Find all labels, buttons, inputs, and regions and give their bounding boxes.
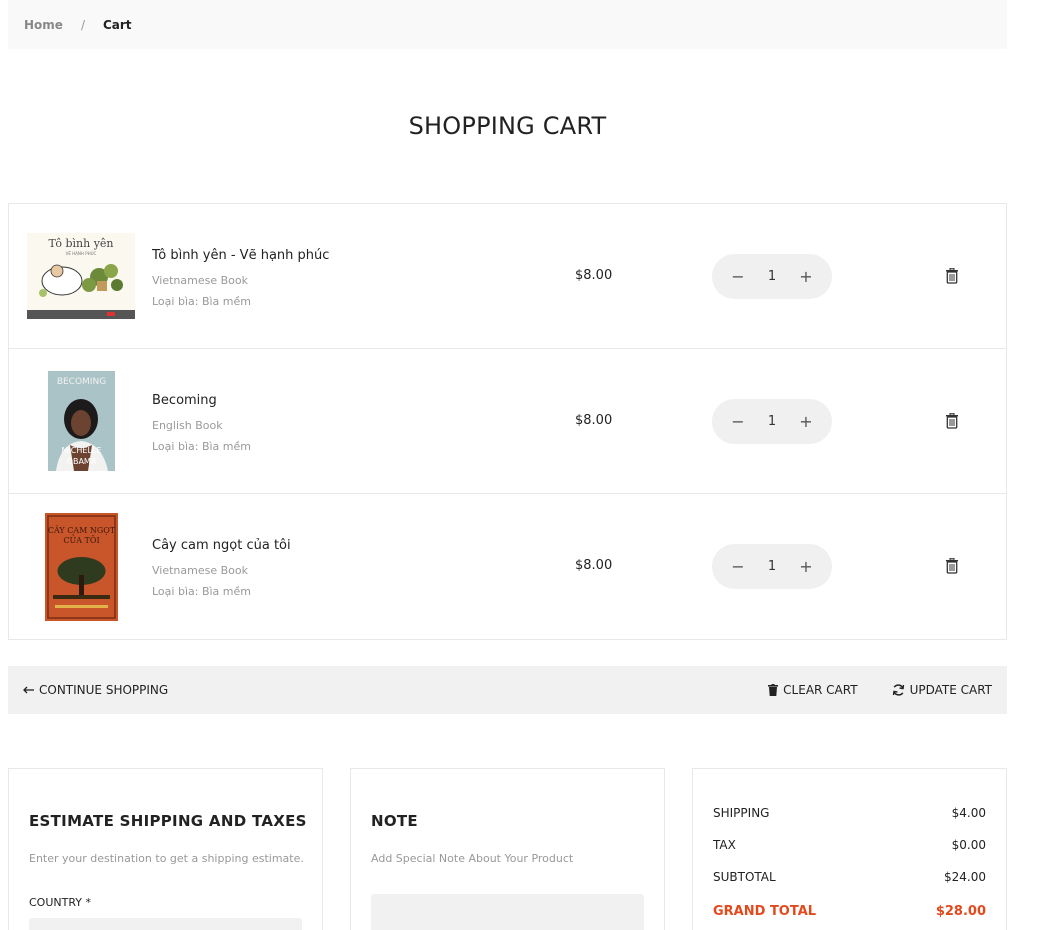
quantity-stepper: − 1 + xyxy=(712,399,832,444)
book-cover-author-first: MICHELLE xyxy=(62,446,102,455)
shipping-label: SHIPPING xyxy=(713,806,770,820)
tax-row: TAX $0.00 xyxy=(713,838,986,852)
subtotal-label: SUBTOTAL xyxy=(713,870,776,884)
product-cover-type: Loại bìa: Bìa mềm xyxy=(152,585,251,598)
grand-total-row: GRAND TOTAL $28.00 xyxy=(713,904,986,919)
breadcrumb-current: Cart xyxy=(102,17,132,32)
decrease-quantity-button[interactable]: − xyxy=(730,267,746,286)
cart-actions-bar: CONTINUE SHOPPING CLEAR CART UPDATE CART xyxy=(8,666,1007,714)
breadcrumb-separator: / xyxy=(80,17,85,32)
product-info: Tô bình yên - Vẽ hạnh phúc Vietnamese Bo… xyxy=(152,248,329,312)
product-image[interactable]: Tô bình yên VẼ HẠNH PHÚC xyxy=(27,233,135,319)
shipping-row: SHIPPING $4.00 xyxy=(713,806,986,820)
country-label: COUNTRY * xyxy=(29,896,91,909)
note-panel-title: NOTE xyxy=(371,812,418,830)
product-info: Becoming English Book Loại bìa: Bìa mềm xyxy=(152,393,251,457)
decrease-quantity-button[interactable]: − xyxy=(730,557,746,576)
quantity-value[interactable]: 1 xyxy=(768,269,776,284)
clear-cart-button[interactable]: CLEAR CART xyxy=(768,683,858,697)
product-category: Vietnamese Book xyxy=(152,564,248,577)
subtotal-value: $24.00 xyxy=(944,870,986,884)
clear-cart-label: CLEAR CART xyxy=(783,683,858,697)
quantity-stepper: − 1 + xyxy=(712,254,832,299)
quantity-stepper: − 1 + xyxy=(712,544,832,589)
cart-item-row: Tô bình yên VẼ HẠNH PHÚC Tô bình yên - V… xyxy=(9,204,1006,349)
book-cover-title: CÂY CAM NGỌT xyxy=(48,526,116,535)
shipping-value: $4.00 xyxy=(951,806,986,820)
grand-total-value: $28.00 xyxy=(935,904,986,919)
trash-icon xyxy=(768,684,779,696)
cart-totals-panel: SHIPPING $4.00 TAX $0.00 SUBTOTAL $24.00… xyxy=(692,768,1007,930)
arrow-left-icon xyxy=(23,686,34,694)
quantity-value[interactable]: 1 xyxy=(768,559,776,574)
product-cover-type: Loại bìa: Bìa mềm xyxy=(152,295,251,308)
trash-icon[interactable] xyxy=(945,268,959,284)
product-price: $8.00 xyxy=(575,268,613,283)
product-name[interactable]: Tô bình yên - Vẽ hạnh phúc xyxy=(152,248,329,263)
product-category: English Book xyxy=(152,419,223,432)
increase-quantity-button[interactable]: + xyxy=(798,557,814,576)
product-image[interactable]: CÂY CAM NGỌT CỦA TÔI xyxy=(45,512,118,621)
product-category: Vietnamese Book xyxy=(152,274,248,287)
trash-icon[interactable] xyxy=(945,558,959,574)
continue-shopping-button[interactable]: CONTINUE SHOPPING xyxy=(23,683,168,697)
continue-shopping-label: CONTINUE SHOPPING xyxy=(39,683,169,697)
product-price: $8.00 xyxy=(575,413,613,428)
tax-label: TAX xyxy=(713,838,736,852)
subtotal-row: SUBTOTAL $24.00 xyxy=(713,870,986,884)
refresh-icon xyxy=(892,684,904,696)
page-title: SHOPPING CART xyxy=(408,112,607,140)
note-panel: NOTE Add Special Note About Your Product xyxy=(350,768,665,930)
book-cover-subtitle: VẼ HẠNH PHÚC xyxy=(66,251,97,256)
cart-item-row: CÂY CAM NGỌT CỦA TÔI Cây cam ngọt của tô… xyxy=(9,494,1006,639)
note-textarea[interactable] xyxy=(371,894,644,930)
product-info: Cây cam ngọt của tôi Vietnamese Book Loạ… xyxy=(152,538,291,602)
cart-item-row: BECOMING MICHELLE OBAMA Becoming English… xyxy=(9,349,1006,494)
book-cover-title: BECOMING xyxy=(57,377,106,387)
cart-table: Tô bình yên VẼ HẠNH PHÚC Tô bình yên - V… xyxy=(8,203,1007,640)
product-name[interactable]: Becoming xyxy=(152,393,251,408)
country-select[interactable] xyxy=(29,918,302,930)
breadcrumb-home-link[interactable]: Home xyxy=(24,18,63,32)
book-cover-title: Tô bình yên xyxy=(48,237,113,250)
book-cover-subtitle: CỦA TÔI xyxy=(63,535,99,545)
book-cover-author-last: OBAMA xyxy=(67,457,97,466)
trash-icon[interactable] xyxy=(945,413,959,429)
update-cart-button[interactable]: UPDATE CART xyxy=(892,683,992,697)
product-price: $8.00 xyxy=(575,558,613,573)
shipping-estimate-panel: ESTIMATE SHIPPING AND TAXES Enter your d… xyxy=(8,768,323,930)
tax-value: $0.00 xyxy=(951,838,986,852)
update-cart-label: UPDATE CART xyxy=(909,683,992,697)
decrease-quantity-button[interactable]: − xyxy=(730,412,746,431)
shipping-panel-title: ESTIMATE SHIPPING AND TAXES xyxy=(29,812,307,830)
increase-quantity-button[interactable]: + xyxy=(798,412,814,431)
product-name[interactable]: Cây cam ngọt của tôi xyxy=(152,538,291,553)
product-cover-type: Loại bìa: Bìa mềm xyxy=(152,440,251,453)
quantity-value[interactable]: 1 xyxy=(768,414,776,429)
cart-action-group: CLEAR CART UPDATE CART xyxy=(768,683,992,697)
product-image[interactable]: BECOMING MICHELLE OBAMA xyxy=(48,371,115,471)
breadcrumb: Home / Cart xyxy=(8,0,1007,49)
shipping-panel-description: Enter your destination to get a shipping… xyxy=(29,852,304,865)
increase-quantity-button[interactable]: + xyxy=(798,267,814,286)
grand-total-label: GRAND TOTAL xyxy=(713,904,817,919)
note-panel-description: Add Special Note About Your Product xyxy=(371,852,574,865)
